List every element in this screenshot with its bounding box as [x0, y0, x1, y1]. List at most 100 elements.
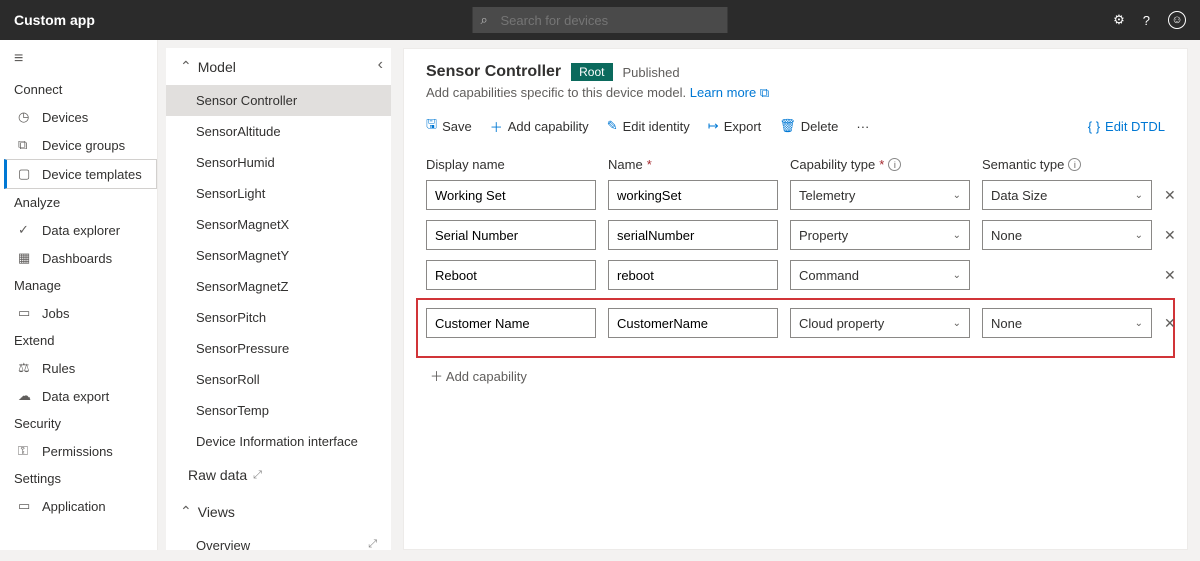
semantic-type-select[interactable]: None⌄	[982, 308, 1152, 338]
more-button[interactable]: ···	[856, 119, 869, 134]
nav-jobs[interactable]: ▭Jobs	[0, 299, 157, 327]
edit-dtdl-button[interactable]: { } Edit DTDL	[1088, 119, 1165, 134]
model-title: Sensor Controller	[426, 63, 561, 81]
main-panel: Sensor Controller Root Published Add cap…	[403, 48, 1188, 550]
tree-overview[interactable]: Overview ⤢	[166, 530, 391, 561]
name-input[interactable]	[608, 308, 778, 338]
nav-data-explorer[interactable]: ✓Data explorer	[0, 216, 157, 244]
feedback-icon[interactable]: ☺	[1168, 11, 1186, 29]
remove-row-icon[interactable]: ✕	[1164, 227, 1176, 244]
tree-item[interactable]: SensorRoll	[166, 364, 391, 395]
nav-application[interactable]: ▭ Application	[0, 492, 157, 520]
tree-item[interactable]: SensorPressure	[166, 333, 391, 364]
nav-label: Permissions	[42, 444, 113, 459]
info-icon[interactable]: i	[888, 158, 901, 171]
chevron-icon: ⌃	[180, 503, 192, 520]
col-display: Display name	[426, 157, 596, 172]
export-button[interactable]: ↦Export	[708, 118, 761, 134]
jobs-icon: ▭	[18, 305, 32, 321]
name-input[interactable]	[608, 260, 778, 290]
nav-section-settings: Settings	[0, 465, 157, 492]
display-name-input[interactable]	[426, 308, 596, 338]
capability-row: Command⌄✕⌄	[426, 260, 1165, 290]
devices-icon: ◷	[18, 109, 32, 125]
chevron-down-icon: ⌄	[1135, 230, 1143, 241]
expand-row-icon[interactable]: ⌄	[1186, 187, 1188, 204]
search-icon: ⌕	[481, 12, 488, 28]
tree-item[interactable]: SensorMagnetX	[166, 209, 391, 240]
delete-button[interactable]: 🗑Delete	[779, 118, 838, 134]
tree-item[interactable]: Device Information interface	[166, 426, 391, 457]
name-input[interactable]	[608, 220, 778, 250]
tree-item[interactable]: SensorPitch	[166, 302, 391, 333]
add-capability-inline[interactable]: ＋ Add capability	[426, 366, 1165, 385]
tree-rawdata[interactable]: Raw data⤢	[166, 457, 391, 493]
nav-device-groups[interactable]: ⧉Device groups	[0, 131, 157, 159]
learn-more-link[interactable]: Learn more ⧉	[690, 85, 769, 100]
info-icon[interactable]: i	[1068, 158, 1081, 171]
capability-type-select[interactable]: Telemetry⌄	[790, 180, 970, 210]
tree-item[interactable]: SensorTemp	[166, 395, 391, 426]
display-name-input[interactable]	[426, 180, 596, 210]
nav-label: Data export	[42, 389, 109, 404]
nav-label: Application	[42, 499, 106, 514]
expand-row-icon[interactable]: ⌄	[1186, 227, 1188, 244]
app-title: Custom app	[14, 12, 95, 28]
edit-identity-button[interactable]: ✎Edit identity	[607, 118, 690, 134]
tree-item[interactable]: Sensor Controller	[166, 85, 391, 116]
publish-status: Published	[623, 65, 680, 80]
chevron-down-icon: ⌄	[953, 230, 961, 241]
capability-type-select[interactable]: Cloud property⌄	[790, 308, 970, 338]
resize-icon[interactable]: ⤢	[368, 538, 377, 551]
nav-label: Data explorer	[42, 223, 120, 238]
chevron-icon: ⌃	[180, 58, 192, 75]
nav-label: Device templates	[42, 167, 142, 182]
nav-label: Dashboards	[42, 251, 112, 266]
nav-section-manage: Manage	[0, 272, 157, 299]
display-name-input[interactable]	[426, 260, 596, 290]
col-semtype: Semantic type i	[982, 157, 1152, 172]
capability-row: Telemetry⌄Data Size⌄✕⌄	[426, 180, 1165, 210]
nav-device-templates[interactable]: ▢Device templates	[4, 159, 157, 189]
chevron-down-icon: ⌄	[953, 190, 961, 201]
expand-row-icon[interactable]: ⌄	[1186, 267, 1188, 284]
save-button[interactable]: 🖫Save	[426, 115, 472, 137]
tree-label: Views	[198, 504, 235, 520]
nav-permissions[interactable]: ⚿ Permissions	[0, 437, 157, 465]
capability-type-select[interactable]: Command⌄	[790, 260, 970, 290]
tree-item[interactable]: SensorAltitude	[166, 116, 391, 147]
tree-item[interactable]: SensorMagnetY	[166, 240, 391, 271]
capability-type-select[interactable]: Property⌄	[790, 220, 970, 250]
hamburger-icon[interactable]: ≡	[0, 46, 157, 76]
semantic-type-select[interactable]: None⌄	[982, 220, 1152, 250]
semantic-type-select[interactable]: Data Size⌄	[982, 180, 1152, 210]
tree-item[interactable]: SensorMagnetZ	[166, 271, 391, 302]
trash-icon: 🗑	[779, 118, 796, 134]
remove-row-icon[interactable]: ✕	[1164, 267, 1176, 284]
chevron-down-icon: ⌄	[953, 318, 961, 329]
tree-views[interactable]: ⌃ Views	[166, 493, 391, 530]
tree-item[interactable]: SensorLight	[166, 178, 391, 209]
help-icon[interactable]: ?	[1143, 13, 1150, 28]
app-icon: ▭	[18, 498, 32, 514]
settings-icon[interactable]: ⚙	[1113, 12, 1125, 28]
add-capability-button[interactable]: ＋Add capability	[490, 117, 589, 136]
remove-row-icon[interactable]: ✕	[1164, 315, 1176, 332]
remove-row-icon[interactable]: ✕	[1164, 187, 1176, 204]
pencil-icon: ✎	[607, 118, 618, 134]
nav-rules[interactable]: ⚖Rules	[0, 354, 157, 382]
permissions-icon: ⚿	[18, 443, 32, 459]
collapse-tree-icon[interactable]: ‹	[378, 56, 383, 74]
tree-item[interactable]: SensorHumid	[166, 147, 391, 178]
name-input[interactable]	[608, 180, 778, 210]
display-name-input[interactable]	[426, 220, 596, 250]
expand-row-icon[interactable]: ⌄	[1186, 315, 1188, 332]
nav-dashboards[interactable]: ▦Dashboards	[0, 244, 157, 272]
nav-devices[interactable]: ◷Devices	[0, 103, 157, 131]
tree-label: Overview	[196, 538, 250, 553]
braces-icon: { }	[1088, 119, 1100, 134]
search-input[interactable]	[473, 7, 728, 33]
nav-data-export[interactable]: ☁Data export	[0, 382, 157, 410]
tree-model[interactable]: ⌃Model	[166, 48, 391, 85]
resize-icon[interactable]: ⤢	[253, 469, 262, 482]
